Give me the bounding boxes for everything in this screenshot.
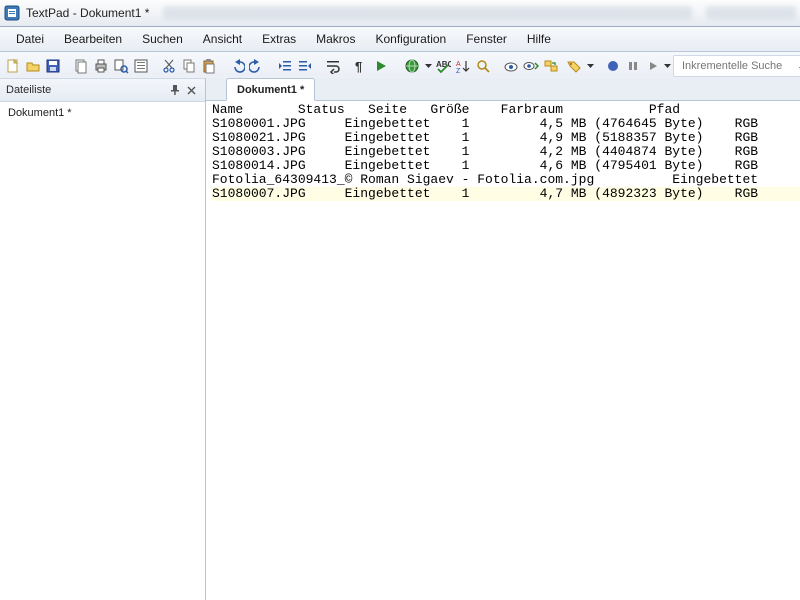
text-editor[interactable]: Name Status Seite Größe Farbraum Pfad S1… — [206, 101, 800, 600]
new-file-button[interactable] — [4, 54, 22, 78]
search-go-icon[interactable]: ⬇ — [794, 58, 800, 74]
open-file-button[interactable] — [24, 54, 42, 78]
chevron-down-icon[interactable] — [586, 55, 594, 77]
menu-extras[interactable]: Extras — [252, 27, 306, 51]
redo-button[interactable] — [248, 54, 266, 78]
print-button[interactable] — [92, 54, 110, 78]
find-next-button[interactable] — [522, 54, 540, 78]
chevron-down-icon[interactable] — [424, 55, 432, 77]
menu-suchen[interactable]: Suchen — [132, 27, 193, 51]
undo-button[interactable] — [228, 54, 246, 78]
file-list-item[interactable]: Dokument1 * — [6, 106, 199, 120]
svg-text:Z: Z — [456, 68, 461, 74]
document-content[interactable]: Name Status Seite Größe Farbraum Pfad S1… — [212, 103, 800, 201]
tab-active[interactable]: Dokument1 * — [226, 78, 315, 101]
editor-area: Dokument1 * Name Status Seite Größe Farb… — [206, 78, 800, 600]
paste-button[interactable] — [200, 54, 218, 78]
save-button[interactable] — [44, 54, 62, 78]
menu-fenster[interactable]: Fenster — [456, 27, 517, 51]
file-list-body: Dokument1 * — [0, 102, 205, 600]
menu-ansicht[interactable]: Ansicht — [193, 27, 252, 51]
copy-doc-button[interactable] — [72, 54, 90, 78]
file-list-panel: Dateiliste Dokument1 * — [0, 78, 206, 600]
web-dropdown[interactable] — [400, 54, 432, 78]
menu-bearbeiten[interactable]: Bearbeiten — [54, 27, 132, 51]
svg-text:¶: ¶ — [355, 59, 362, 74]
globe-icon[interactable] — [400, 54, 424, 78]
incremental-search-input[interactable] — [680, 59, 794, 73]
svg-text:A: A — [456, 61, 461, 68]
window-title: TextPad - Dokument1 * — [26, 6, 149, 20]
svg-text:ABC: ABC — [436, 60, 451, 69]
word-wrap-button[interactable] — [324, 54, 342, 78]
macro-record-button[interactable] — [604, 54, 622, 78]
toolbar: ¶ ABC AZ ⬇ — [0, 52, 800, 81]
window-titlebar: TextPad - Dokument1 * — [0, 0, 800, 27]
file-list-title: Dateiliste — [6, 84, 51, 96]
find-button[interactable] — [474, 54, 492, 78]
print-preview-button[interactable] — [112, 54, 130, 78]
replace-button[interactable] — [542, 54, 560, 78]
chevron-down-icon[interactable] — [664, 64, 671, 69]
menu-konfiguration[interactable]: Konfiguration — [365, 27, 456, 51]
menu-hilfe[interactable]: Hilfe — [517, 27, 561, 51]
outdent-button[interactable] — [276, 54, 294, 78]
document-tabs: Dokument1 * — [206, 78, 800, 101]
incremental-search-box[interactable]: ⬇ — [673, 55, 800, 77]
cut-button[interactable] — [160, 54, 178, 78]
titlebar-controls-blur — [706, 6, 796, 20]
file-list-header: Dateiliste — [0, 78, 205, 102]
find-in-files-button[interactable] — [502, 54, 520, 78]
workspace: Dateiliste Dokument1 * Dokument1 * Name … — [0, 78, 800, 600]
copy-button[interactable] — [180, 54, 198, 78]
app-icon — [4, 5, 20, 21]
menu-makros[interactable]: Makros — [306, 27, 365, 51]
macro-pause-button[interactable] — [624, 54, 642, 78]
indent-button[interactable] — [296, 54, 314, 78]
sort-button[interactable]: AZ — [454, 54, 472, 78]
paragraph-marks-button[interactable]: ¶ — [352, 54, 370, 78]
tag-icon[interactable] — [562, 54, 586, 78]
titlebar-blur-region — [163, 6, 692, 20]
menu-bar: Datei Bearbeiten Suchen Ansicht Extras M… — [0, 27, 800, 52]
run-button[interactable] — [372, 54, 390, 78]
spellcheck-button[interactable]: ABC — [434, 54, 452, 78]
macro-play-button[interactable] — [644, 54, 662, 78]
properties-button[interactable] — [132, 54, 150, 78]
menu-datei[interactable]: Datei — [6, 27, 54, 51]
pin-icon[interactable] — [167, 82, 183, 98]
close-icon[interactable] — [183, 82, 199, 98]
tags-dropdown[interactable] — [562, 54, 594, 78]
